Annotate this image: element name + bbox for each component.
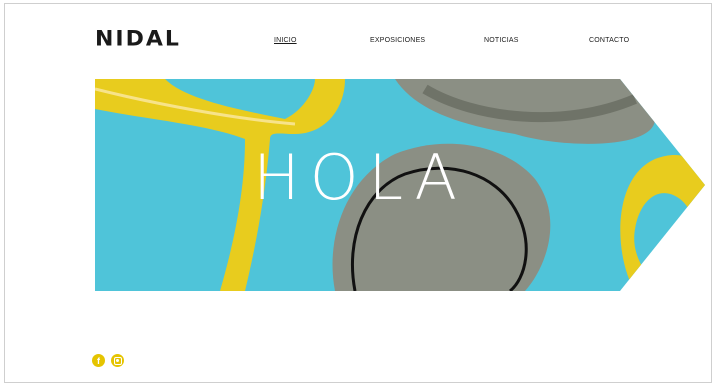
nav-item-contacto[interactable]: CONTACTO (589, 37, 629, 44)
nav-item-inicio[interactable]: INICIO (274, 37, 297, 44)
hero-title: HOLA (253, 141, 467, 214)
hero-banner: HOLA (95, 79, 705, 291)
facebook-icon[interactable]: f (92, 354, 105, 367)
social-links: f (92, 354, 124, 367)
instagram-icon[interactable] (111, 354, 124, 367)
nav-item-noticias[interactable]: NOTICIAS (484, 37, 519, 44)
site-logo[interactable]: NIDAL (95, 28, 181, 52)
nav-item-exposiciones[interactable]: EXPOSICIONES (370, 37, 425, 44)
